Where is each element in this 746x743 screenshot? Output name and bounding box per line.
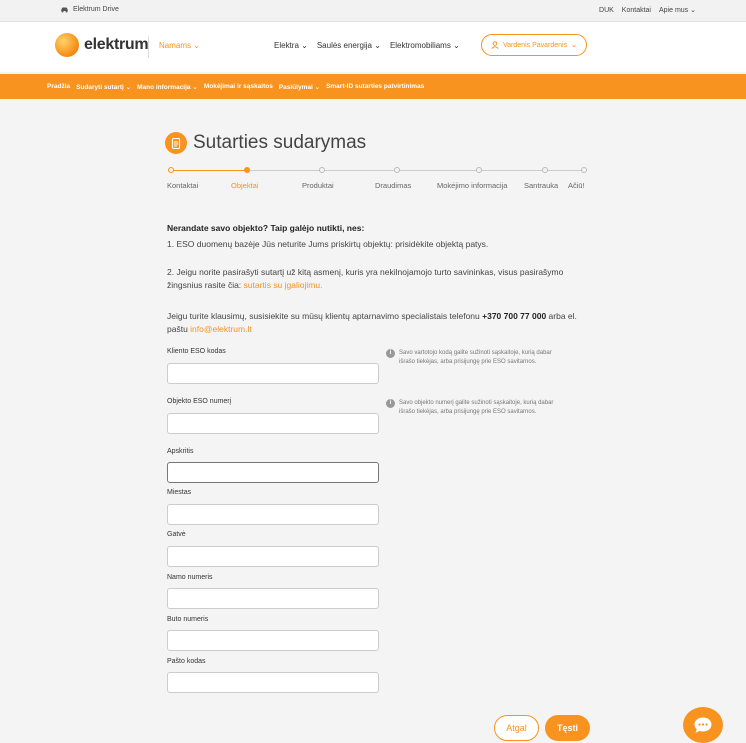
sub-nav: Pradžia Sudaryti sutartį ⌄ Mano informac…: [0, 74, 746, 99]
step-dot-santrauka: [542, 167, 548, 173]
subnav-smart-id[interactable]: Smart-ID sutarties patvirtinimas: [326, 83, 424, 91]
object-eso-label: Objekto ESO numerį: [167, 398, 232, 405]
apartment-number-label: Buto numeris: [167, 616, 209, 623]
info-icon: i: [386, 349, 395, 358]
county-label: Apskritis: [167, 448, 194, 455]
top-bar: Elektrum Drive DUK Kontaktai Apie mus ⌄: [0, 0, 746, 22]
main-header: elektrum Namams ⌄ Elektra ⌄ Saulės energ…: [0, 22, 746, 72]
city-input[interactable]: [167, 504, 379, 525]
subnav-pasiulymai[interactable]: Pasiūlymai ⌄: [279, 83, 320, 91]
house-number-input[interactable]: [167, 588, 379, 609]
chevron-down-icon: ⌄: [374, 41, 381, 50]
info-icon: i: [386, 399, 395, 408]
support-phone: +370 700 77 000: [482, 311, 547, 321]
chevron-down-icon: ⌄: [571, 42, 577, 49]
object-eso-hint: i Savo objekto numerį galite sužinoti sąs…: [386, 399, 556, 417]
kontaktai-link[interactable]: Kontaktai: [622, 7, 651, 14]
page-title: Sutarties sudarymas: [193, 132, 367, 153]
subnav-pradzia[interactable]: Pradžia: [47, 83, 70, 91]
postal-code-input[interactable]: [167, 672, 379, 693]
step-produktai: Produktai: [302, 181, 334, 190]
subnav-mokejimai[interactable]: Mokėjimai ir sąskaitos: [204, 83, 273, 91]
subnav-mano-informacija[interactable]: Mano informacija ⌄: [137, 83, 198, 91]
step-dot-mokejimo: [476, 167, 482, 173]
user-menu-button[interactable]: Vardenis Pavardenis ⌄: [481, 34, 587, 56]
street-label: Gatvė: [167, 531, 186, 538]
apie-mus-link[interactable]: Apie mus ⌄: [659, 6, 696, 14]
subnav-sudaryti-sutarti[interactable]: Sudaryti sutartį ⌄: [76, 83, 131, 91]
nav-saules-energija[interactable]: Saulės energija ⌄: [317, 41, 381, 50]
main-nav: Elektra ⌄ Saulės energija ⌄ Elektromobil…: [274, 41, 460, 50]
chevron-down-icon: ⌄: [125, 84, 132, 91]
notice-contact: Jeigu turite klausimų, susisiekite su mū…: [167, 311, 577, 334]
elektrum-logo[interactable]: elektrum: [55, 33, 149, 57]
continue-button[interactable]: Tęsti: [545, 715, 590, 741]
chevron-down-icon: ⌄: [301, 41, 308, 50]
client-eso-hint: i Savo vartotojo kodą galite sužinoti sąs…: [386, 349, 556, 367]
step-kontaktai[interactable]: Kontaktai: [167, 181, 198, 190]
step-draudimas: Draudimas: [375, 181, 412, 190]
apartment-number-input[interactable]: [167, 630, 379, 651]
page-header: Sutarties sudarymas: [165, 132, 366, 154]
client-eso-input[interactable]: [167, 363, 379, 384]
authorization-link[interactable]: sutartis su įgaliojimu.: [244, 280, 323, 290]
logo-text: elektrum: [84, 36, 149, 53]
duk-link[interactable]: DUK: [599, 7, 614, 14]
nav-elektromobiliams[interactable]: Elektromobiliams ⌄: [390, 41, 460, 50]
progress-track-active: [171, 170, 247, 171]
elektrum-drive-link[interactable]: Elektrum Drive: [60, 6, 119, 13]
house-number-label: Namo numeris: [167, 574, 213, 581]
document-icon: [165, 132, 187, 154]
step-aciu: Ačiū!: [568, 181, 585, 190]
chat-bubble-icon: [694, 717, 712, 733]
car-icon: [61, 7, 68, 13]
county-input[interactable]: [167, 462, 379, 483]
user-icon: [491, 41, 499, 49]
divider: [148, 36, 149, 58]
object-eso-input[interactable]: [167, 413, 379, 434]
step-santrauka: Santrauka: [524, 181, 559, 190]
notice-heading: Nerandate savo objekto? Taip galėjo nuti…: [167, 223, 365, 233]
street-input[interactable]: [167, 546, 379, 567]
client-eso-label: Kliento ESO kodas: [167, 348, 226, 355]
back-button[interactable]: Atgal: [494, 715, 539, 741]
step-dot-objektai: [244, 167, 250, 173]
step-dot-aciu: [581, 167, 587, 173]
drive-label: Elektrum Drive: [73, 6, 119, 13]
support-email-link[interactable]: info@elektrum.lt: [190, 324, 252, 334]
nav-elektra[interactable]: Elektra ⌄: [274, 41, 308, 50]
notice-reason-1: 1. ESO duomenų bazėje Jūs neturite Jums …: [167, 239, 489, 249]
chevron-down-icon: ⌄: [314, 84, 321, 91]
step-dot-produktai: [319, 167, 325, 173]
segment-dropdown[interactable]: Namams ⌄: [159, 41, 200, 50]
chevron-down-icon: ⌄: [690, 7, 696, 14]
step-mokejimo-informacija: Mokėjimo informacija: [437, 181, 508, 190]
notice-reason-2: 2. Jeigu norite pasirašyti sutartį už ki…: [167, 267, 564, 290]
user-name: Vardenis Pavardenis: [503, 41, 568, 49]
chat-button[interactable]: [683, 707, 723, 743]
chevron-down-icon: ⌄: [453, 41, 460, 50]
logo-mark-icon: [55, 33, 79, 57]
city-label: Miestas: [167, 489, 192, 496]
chevron-down-icon: ⌄: [193, 41, 200, 50]
step-objektai[interactable]: Objektai: [231, 181, 259, 190]
postal-code-label: Pašto kodas: [167, 658, 206, 665]
step-dot-draudimas: [394, 167, 400, 173]
chevron-down-icon: ⌄: [192, 84, 198, 91]
step-dot-kontaktai: [168, 167, 174, 173]
